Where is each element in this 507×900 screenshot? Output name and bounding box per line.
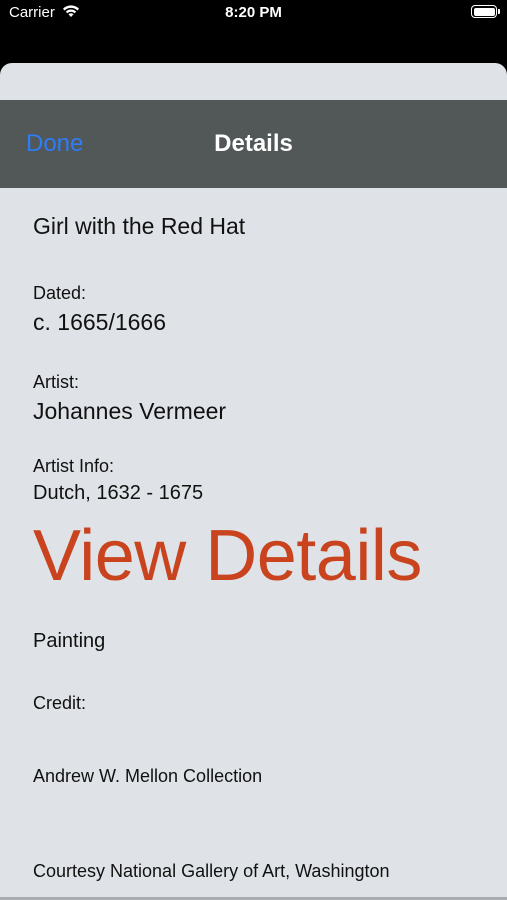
details-sheet: Done Details Girl with the Red Hat Dated… <box>0 63 507 900</box>
artist-label: Artist: <box>33 372 80 392</box>
artwork-title: Girl with the Red Hat <box>33 213 246 239</box>
navigation-bar: Done Details <box>0 100 507 188</box>
courtesy-text: Courtesy National Gallery of Art, Washin… <box>33 861 390 881</box>
view-details-button[interactable]: View Details <box>33 515 422 597</box>
status-bar: Carrier 8:20 PM <box>0 0 507 26</box>
dated-value: c. 1665/1666 <box>33 309 167 335</box>
credit-label: Credit: <box>33 693 87 713</box>
artist-info-value: Dutch, 1632 - 1675 <box>33 482 204 504</box>
battery-icon <box>471 5 500 18</box>
artist-value: Johannes Vermeer <box>33 398 227 424</box>
artist-info-label: Artist Info: <box>33 456 115 476</box>
nav-title: Details <box>214 130 293 157</box>
dated-label: Dated: <box>33 283 87 303</box>
medium-value: Painting <box>33 630 106 652</box>
status-time: 8:20 PM <box>225 4 282 21</box>
credit-value: Andrew W. Mellon Collection <box>33 766 263 786</box>
